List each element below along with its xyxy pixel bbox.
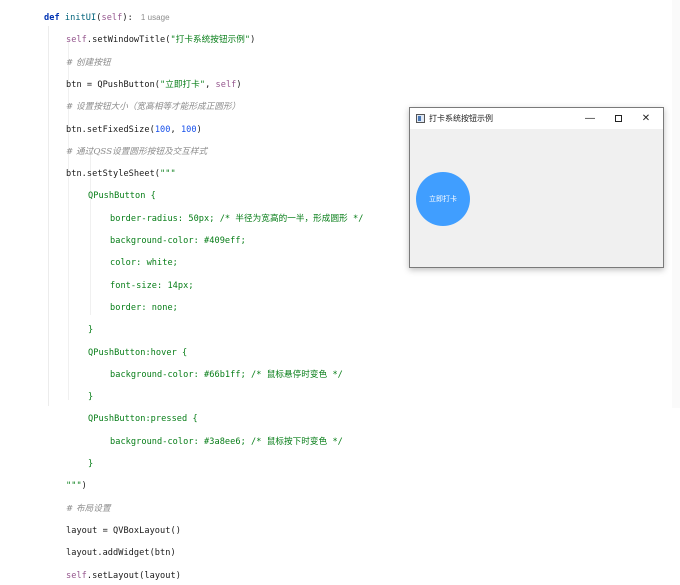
maximize-icon [614,115,622,122]
code-line: # 通过QSS设置圆形按钮及交互样式 [66,146,208,157]
close-icon: ✕ [641,113,651,124]
code-line: self.setWindowTitle("打卡系统按钮示例") [66,35,256,46]
code-line: btn.setFixedSize(100, 100) [66,124,202,135]
code-line: } [88,459,94,469]
code-line: border-radius: 50px; /* 半径为宽高的一半，形成圆形 */ [110,213,364,224]
code-line: background-color: #3a8ee6; /* 鼠标按下时变色 */ [110,436,343,447]
code-line: color: white; [110,258,178,269]
code-line: self.setLayout(layout) [66,570,181,581]
code-line: # 布局设置 [66,503,111,514]
minimize-button[interactable]: — [576,108,604,129]
code-line: border: none; [110,302,178,313]
maximize-button[interactable] [604,108,632,129]
code-line: QPushButton:pressed { [88,414,198,425]
code-line: QPushButton { [88,191,156,202]
app-window[interactable]: 打卡系统按钮示例 — ✕ 立即打卡 [409,107,664,268]
code-line: """) [66,481,87,492]
minimize-icon: — [585,113,595,124]
code-line: layout.addWidget(btn) [66,548,176,559]
code-line: background-color: #66b1ff; /* 鼠标悬停时变色 */ [110,369,343,380]
gutter-divider [48,26,49,406]
window-client-area: 立即打卡 [410,129,663,267]
usage-hint[interactable]: 1 usage [141,13,170,22]
code-line: btn = QPushButton("立即打卡", self) [66,79,242,90]
window-title: 打卡系统按钮示例 [429,114,493,123]
indent-guide [68,40,69,400]
code-line: # 设置按钮大小（宽高相等才能形成正圆形） [66,102,241,113]
code-line: layout = QVBoxLayout() [66,525,181,536]
code-line: QPushButton:hover { [88,347,188,358]
code-line: background-color: #409eff; [110,236,246,246]
code-line: # 创建按钮 [66,57,111,68]
code-line: btn.setStyleSheet(""" [66,169,176,180]
code-line: } [88,325,94,336]
code-line: } [88,392,94,403]
close-button[interactable]: ✕ [632,108,660,129]
window-app-icon [416,114,425,123]
editor-scrollbar[interactable] [672,0,680,408]
code-line: font-size: 14px; [110,280,194,291]
window-titlebar[interactable]: 打卡系统按钮示例 — ✕ [410,108,663,129]
code-line: def initUI(self): 1 usage [44,13,170,23]
clock-in-button[interactable]: 立即打卡 [416,172,470,226]
